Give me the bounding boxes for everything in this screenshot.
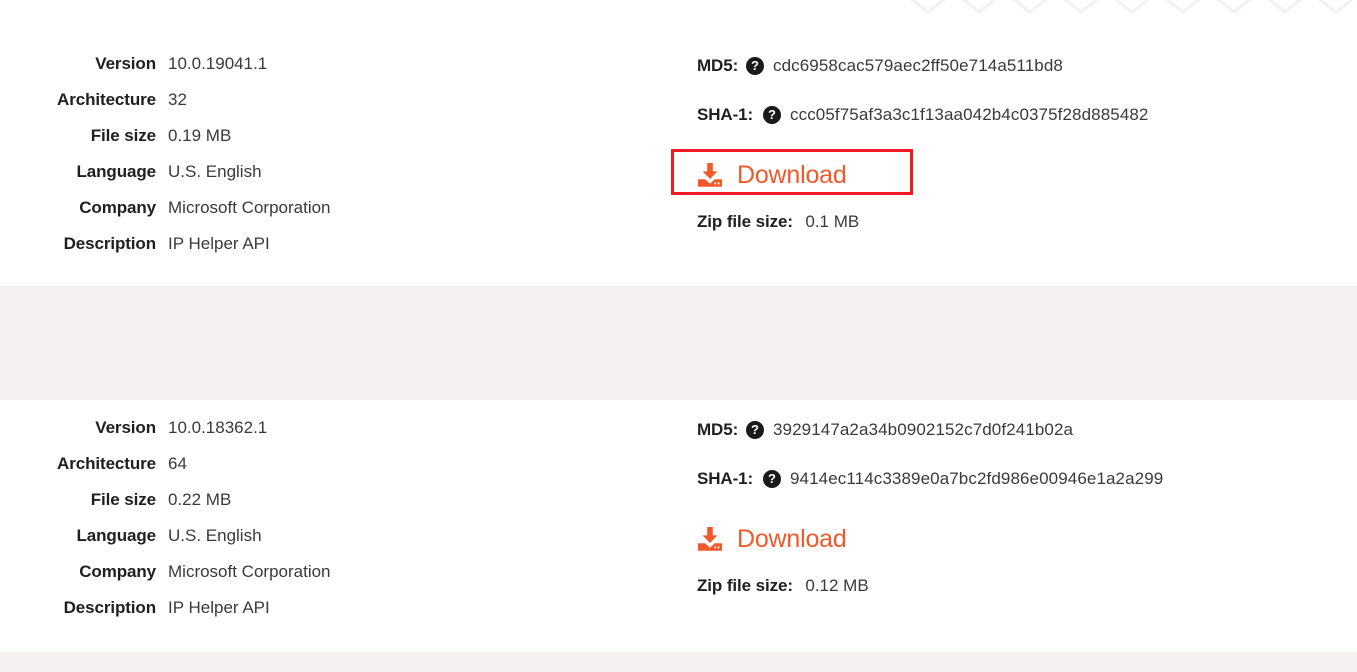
download-button-label: Download xyxy=(737,161,847,189)
value-language: U.S. English xyxy=(168,526,262,545)
download-column: MD5: ? cdc6958cac579aec2ff50e714a511bd8 … xyxy=(671,52,1149,232)
label-architecture: Architecture xyxy=(57,90,156,109)
value-description: IP Helper API xyxy=(168,598,270,617)
md5-row: MD5: ? cdc6958cac579aec2ff50e714a511bd8 xyxy=(697,52,1149,80)
download-button[interactable]: Download xyxy=(697,526,847,552)
label-architecture: Architecture xyxy=(57,454,156,473)
label-sha1: SHA-1: xyxy=(697,105,754,124)
value-md5: cdc6958cac579aec2ff50e714a511bd8 xyxy=(773,56,1063,75)
table-row: Language U.S. English xyxy=(0,160,331,196)
label-sha1: SHA-1: xyxy=(697,469,754,488)
label-zip-file-size: Zip file size: xyxy=(697,576,793,595)
value-version: 10.0.19041.1 xyxy=(168,54,268,73)
label-company: Company xyxy=(79,562,156,581)
label-file-size: File size xyxy=(90,126,156,145)
value-file-size: 0.22 MB xyxy=(168,490,232,509)
label-file-size: File size xyxy=(90,490,156,509)
label-zip-file-size: Zip file size: xyxy=(697,212,793,231)
value-file-size: 0.19 MB xyxy=(168,126,232,145)
zip-file-size-row: Zip file size: 0.12 MB xyxy=(697,576,1163,596)
label-description: Description xyxy=(63,598,157,617)
download-button[interactable]: Download xyxy=(697,162,847,188)
table-row: File size 0.19 MB xyxy=(0,124,331,160)
file-details-table: Version 10.0.18362.1 Architecture 64 Fil… xyxy=(0,416,331,632)
section-separator-band-bottom xyxy=(0,652,1357,672)
label-company: Company xyxy=(79,198,156,217)
download-column: MD5: ? 3929147a2a34b0902152c7d0f241b02a … xyxy=(697,416,1163,596)
table-row: Company Microsoft Corporation xyxy=(0,560,331,596)
value-company: Microsoft Corporation xyxy=(168,198,331,217)
md5-row: MD5: ? 3929147a2a34b0902152c7d0f241b02a xyxy=(697,416,1163,444)
label-md5: MD5: xyxy=(697,420,739,439)
label-description: Description xyxy=(63,234,157,253)
table-row: File size 0.22 MB xyxy=(0,488,331,524)
value-description: IP Helper API xyxy=(168,234,270,253)
value-architecture: 32 xyxy=(168,90,187,109)
label-language: Language xyxy=(76,162,157,181)
file-details-table: Version 10.0.19041.1 Architecture 32 Fil… xyxy=(0,52,331,268)
value-sha1: ccc05f75af3a3c1f13aa042b4c0375f28d885482 xyxy=(790,105,1149,124)
table-row: Version 10.0.19041.1 xyxy=(0,52,331,88)
sha1-row: SHA-1: ? ccc05f75af3a3c1f13aa042b4c0375f… xyxy=(697,101,1149,129)
table-row: Architecture 64 xyxy=(0,452,331,488)
download-icon xyxy=(697,527,723,551)
download-area: Download xyxy=(697,526,847,556)
value-zip-file-size: 0.1 MB xyxy=(805,212,860,231)
help-icon[interactable]: ? xyxy=(746,57,764,75)
label-language: Language xyxy=(76,526,157,545)
label-md5: MD5: xyxy=(697,56,739,75)
table-row: Description IP Helper API xyxy=(0,232,331,268)
download-button-label: Download xyxy=(737,525,847,553)
zip-file-size-row: Zip file size: 0.1 MB xyxy=(697,212,1149,232)
value-language: U.S. English xyxy=(168,162,262,181)
help-icon[interactable]: ? xyxy=(763,106,781,124)
value-company: Microsoft Corporation xyxy=(168,562,331,581)
label-version: Version xyxy=(95,418,156,437)
sha1-row: SHA-1: ? 9414ec114c3389e0a7bc2fd986e0094… xyxy=(697,465,1163,493)
value-architecture: 64 xyxy=(168,454,187,473)
table-row: Language U.S. English xyxy=(0,524,331,560)
download-area: Download xyxy=(671,149,913,195)
value-sha1: 9414ec114c3389e0a7bc2fd986e00946e1a2a299 xyxy=(790,469,1164,488)
help-icon[interactable]: ? xyxy=(763,470,781,488)
help-icon[interactable]: ? xyxy=(746,421,764,439)
top-chevron-decoration xyxy=(0,0,1357,14)
label-version: Version xyxy=(95,54,156,73)
table-row: Company Microsoft Corporation xyxy=(0,196,331,232)
section-separator-band xyxy=(0,286,1357,400)
download-icon xyxy=(697,163,723,187)
value-md5: 3929147a2a34b0902152c7d0f241b02a xyxy=(773,420,1074,439)
value-zip-file-size: 0.12 MB xyxy=(805,576,869,595)
table-row: Version 10.0.18362.1 xyxy=(0,416,331,452)
table-row: Architecture 32 xyxy=(0,88,331,124)
value-version: 10.0.18362.1 xyxy=(168,418,268,437)
table-row: Description IP Helper API xyxy=(0,596,331,632)
